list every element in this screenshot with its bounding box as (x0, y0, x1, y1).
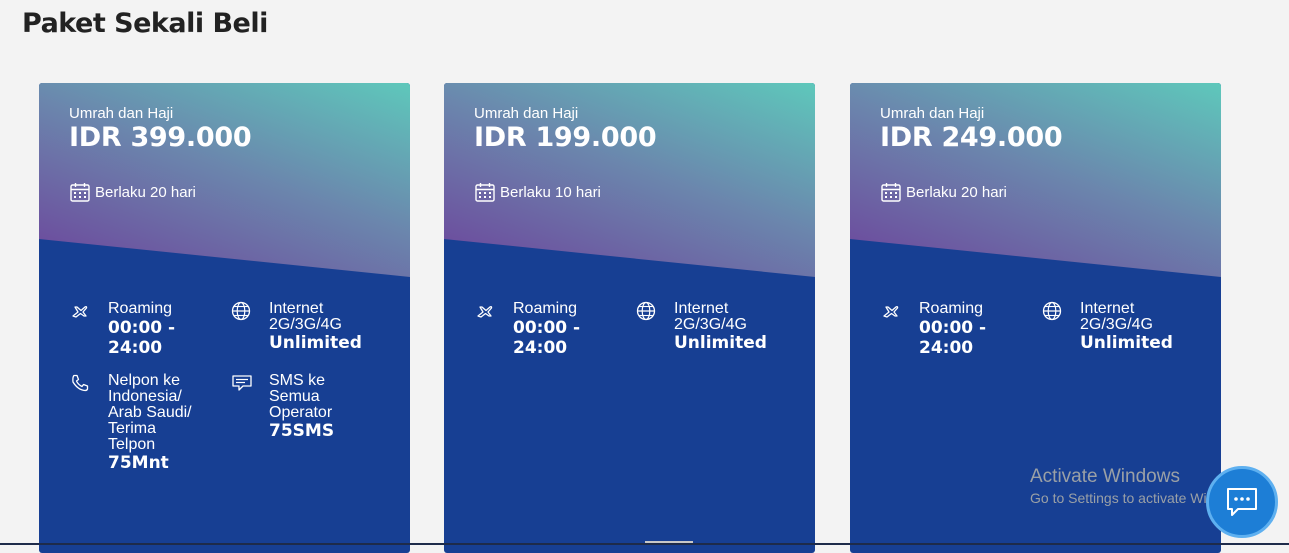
airplane-icon (72, 306, 88, 318)
globe-icon (231, 301, 251, 321)
card-price: IDR 399.000 (69, 122, 252, 153)
package-card[interactable]: Umrah dan Haji IDR 199.000 Berlaku 10 ha… (444, 83, 815, 553)
card-subtitle: Umrah dan Haji (69, 105, 174, 122)
validity-text: Berlaku 10 hari (500, 183, 601, 201)
feature-label: Internet (1080, 300, 1135, 317)
feature-label: Indonesia/ (108, 388, 182, 405)
feature-value: 24:00 (513, 338, 568, 358)
feature-value: Unlimited (269, 333, 362, 353)
feature-label: Nelpon ke (108, 372, 181, 389)
feature-value: Unlimited (674, 333, 767, 353)
feature-label: SMS ke (269, 372, 326, 389)
feature-label: Terima (108, 420, 157, 437)
feature-label: Telpon (108, 436, 156, 453)
chat-button[interactable] (1206, 466, 1278, 538)
card-price: IDR 199.000 (474, 122, 657, 153)
feature-label: Arab Saudi/ (108, 404, 192, 421)
feature-label: Internet (269, 300, 324, 317)
feature-value: 24:00 (919, 338, 974, 358)
card-subtitle: Umrah dan Haji (880, 105, 985, 122)
calendar-icon (70, 183, 90, 202)
validity-text: Berlaku 20 hari (95, 183, 196, 201)
card-validity: Berlaku 10 hari (474, 181, 601, 203)
phone-icon (72, 374, 89, 392)
airplane-icon (477, 306, 493, 318)
feature-label: Roaming (513, 300, 578, 317)
feature-label: Semua (269, 388, 320, 405)
card-validity: Berlaku 20 hari (69, 181, 196, 203)
feature-value: 00:00 - (919, 318, 987, 338)
card-subtitle: Umrah dan Haji (474, 105, 579, 122)
calendar-icon (881, 183, 901, 202)
feature-value: 24:00 (108, 338, 163, 358)
feature-label: Roaming (919, 300, 984, 317)
feature-value: 00:00 - (108, 318, 176, 338)
feature-label: Internet (674, 300, 729, 317)
validity-text: Berlaku 20 hari (906, 183, 1007, 201)
feature-label: 2G/3G/4G (269, 316, 342, 333)
airplane-icon (883, 306, 899, 318)
sms-icon (232, 375, 252, 391)
calendar-icon (475, 183, 495, 202)
globe-icon (636, 301, 656, 321)
package-card[interactable]: Umrah dan Haji IDR 399.000 Berlaku 20 ha… (39, 83, 410, 553)
chat-icon (1227, 488, 1257, 516)
feature-label: 2G/3G/4G (1080, 316, 1153, 333)
page-title: Paket Sekali Beli (22, 8, 268, 39)
feature-label: Operator (269, 404, 333, 421)
globe-icon (1042, 301, 1062, 321)
feature-value: Unlimited (1080, 333, 1173, 353)
feature-label: 2G/3G/4G (674, 316, 747, 333)
feature-value: 75Mnt (108, 453, 169, 473)
feature-value: 00:00 - (513, 318, 581, 338)
feature-label: Roaming (108, 300, 173, 317)
feature-value: 75SMS (269, 421, 335, 441)
card-price: IDR 249.000 (880, 122, 1063, 153)
card-validity: Berlaku 20 hari (880, 181, 1007, 203)
